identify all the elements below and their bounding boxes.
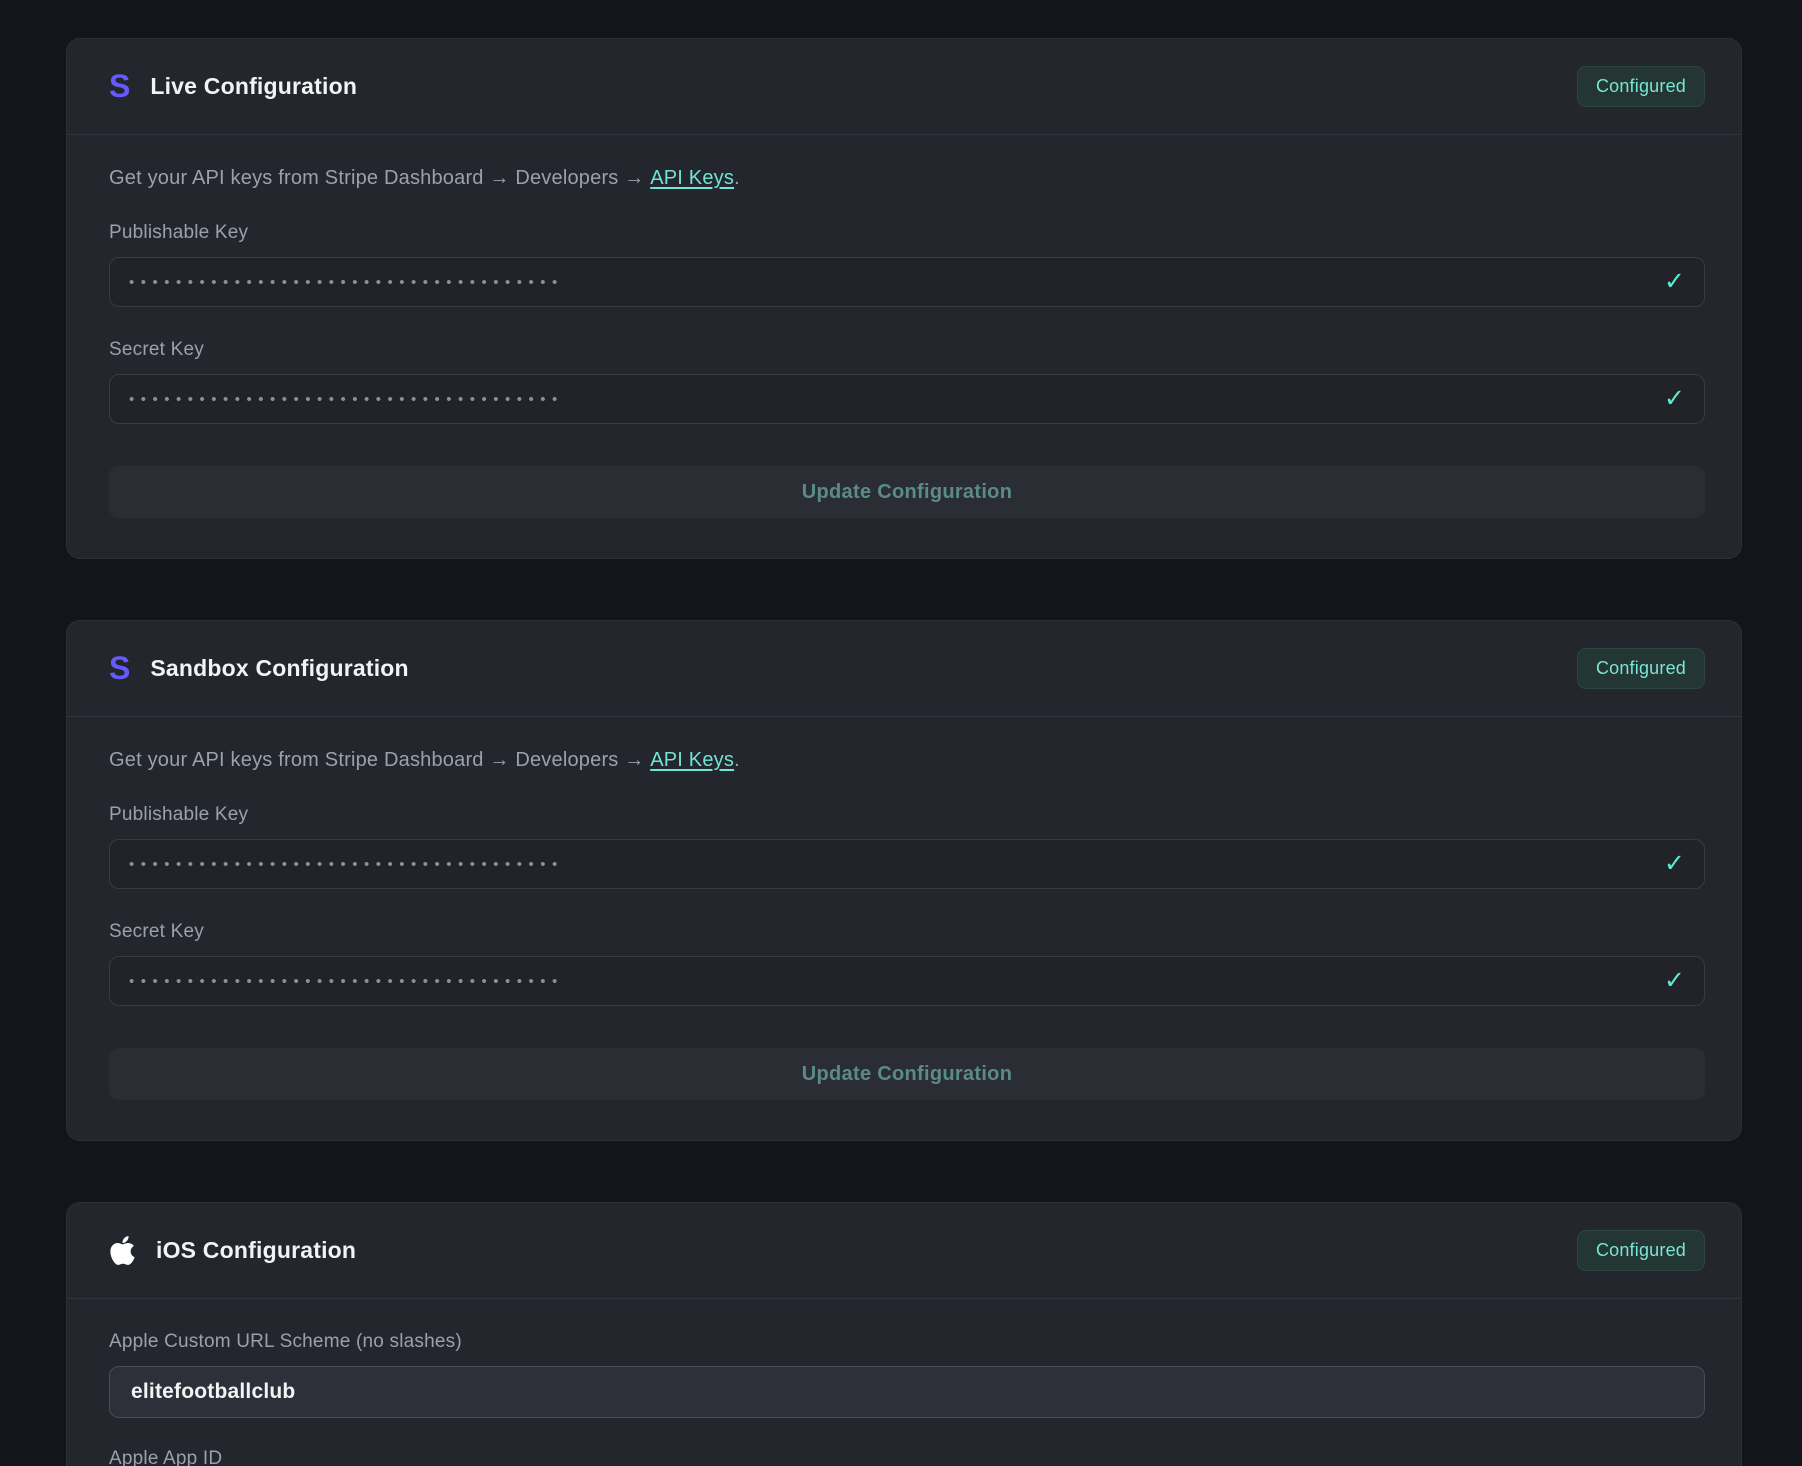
live-configuration-body: Get your API keys from Stripe Dashboard … — [67, 135, 1741, 558]
secret-key-label: Secret Key — [109, 921, 1705, 943]
card-title: iOS Configuration — [156, 1237, 356, 1264]
update-configuration-button[interactable]: Update Configuration — [109, 466, 1705, 518]
secret-key-input[interactable] — [109, 374, 1705, 424]
secret-key-label: Secret Key — [109, 339, 1705, 361]
stripe-icon: S — [109, 70, 130, 102]
publishable-key-input[interactable] — [109, 839, 1705, 889]
secret-key-field: ✓ — [109, 374, 1705, 424]
publishable-key-label: Publishable Key — [109, 804, 1705, 826]
api-keys-instruction: Get your API keys from Stripe Dashboard … — [109, 167, 1705, 190]
status-badge: Configured — [1577, 648, 1705, 689]
live-configuration-header: S Live Configuration Configured — [67, 39, 1741, 135]
url-scheme-label: Apple Custom URL Scheme (no slashes) — [109, 1331, 1705, 1353]
sandbox-configuration-card: S Sandbox Configuration Configured Get y… — [66, 620, 1742, 1141]
sandbox-configuration-header: S Sandbox Configuration Configured — [67, 621, 1741, 717]
url-scheme-input[interactable] — [109, 1366, 1705, 1418]
card-title: Live Configuration — [150, 73, 357, 100]
ios-configuration-body: Apple Custom URL Scheme (no slashes) App… — [67, 1299, 1741, 1466]
instruction-text: Get your API keys from Stripe Dashboard … — [109, 749, 650, 771]
card-title: Sandbox Configuration — [150, 655, 408, 682]
ios-configuration-header: iOS Configuration Configured — [67, 1203, 1741, 1299]
update-configuration-button[interactable]: Update Configuration — [109, 1048, 1705, 1100]
settings-page: S Live Configuration Configured Get your… — [0, 0, 1802, 1466]
api-keys-instruction: Get your API keys from Stripe Dashboard … — [109, 749, 1705, 772]
ios-configuration-card: iOS Configuration Configured Apple Custo… — [66, 1202, 1742, 1466]
secret-key-field: ✓ — [109, 956, 1705, 1006]
publishable-key-input[interactable] — [109, 257, 1705, 307]
api-keys-link[interactable]: API Keys — [650, 749, 734, 771]
stripe-icon: S — [109, 652, 130, 684]
live-configuration-card: S Live Configuration Configured Get your… — [66, 38, 1742, 559]
secret-key-input[interactable] — [109, 956, 1705, 1006]
publishable-key-field: ✓ — [109, 257, 1705, 307]
api-keys-link[interactable]: API Keys — [650, 167, 734, 189]
status-badge: Configured — [1577, 66, 1705, 107]
apple-icon — [109, 1234, 136, 1267]
instruction-period: . — [734, 167, 740, 189]
instruction-text: Get your API keys from Stripe Dashboard … — [109, 167, 650, 189]
sandbox-configuration-body: Get your API keys from Stripe Dashboard … — [67, 717, 1741, 1140]
publishable-key-label: Publishable Key — [109, 222, 1705, 244]
url-scheme-field — [109, 1366, 1705, 1418]
instruction-period: . — [734, 749, 740, 771]
publishable-key-field: ✓ — [109, 839, 1705, 889]
apple-app-id-label: Apple App ID — [109, 1448, 1705, 1466]
status-badge: Configured — [1577, 1230, 1705, 1271]
